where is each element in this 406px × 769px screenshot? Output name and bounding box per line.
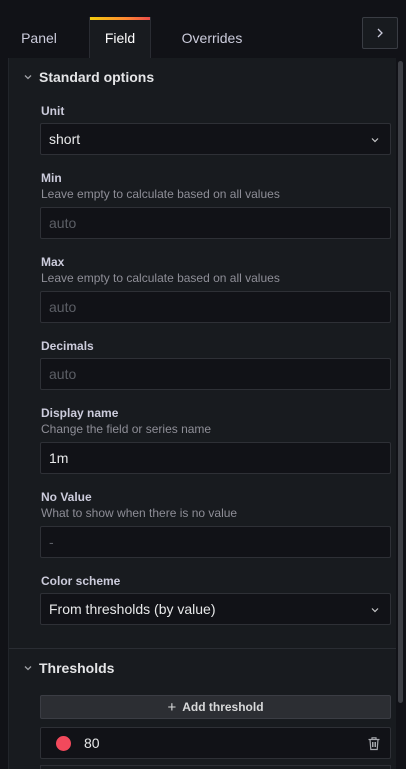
no-value-label: No Value: [41, 490, 92, 504]
max-placeholder: auto: [49, 299, 77, 315]
chevron-down-icon: [24, 666, 32, 671]
display-name-input[interactable]: 1m: [40, 442, 391, 474]
unit-value: short: [49, 131, 81, 147]
tab-field[interactable]: Field: [89, 17, 151, 58]
no-value-description: What to show when there is no value: [41, 506, 238, 520]
unit-label: Unit: [41, 104, 65, 118]
no-value-placeholder: -: [49, 534, 54, 550]
min-label: Min: [41, 171, 62, 185]
add-threshold-label: Add threshold: [182, 700, 264, 714]
collapse-pane-button[interactable]: [362, 17, 398, 49]
max-input[interactable]: auto: [40, 291, 391, 323]
color-scheme-select[interactable]: From thresholds (by value): [40, 593, 391, 625]
chevron-down-icon: [371, 138, 379, 143]
threshold-row-base: [40, 765, 391, 769]
tab-panel[interactable]: Panel: [8, 17, 70, 58]
display-name-label: Display name: [41, 406, 119, 420]
max-description: Leave empty to calculate based on all va…: [41, 271, 280, 285]
display-name-value: 1m: [49, 450, 69, 466]
min-placeholder: auto: [49, 215, 77, 231]
trash-icon[interactable]: [367, 736, 381, 751]
unit-select[interactable]: short: [40, 123, 391, 155]
color-scheme-value: From thresholds (by value): [49, 601, 216, 617]
section-title: Standard options: [39, 69, 155, 85]
section-title: Thresholds: [39, 660, 115, 676]
options-pane: Standard options Unit short Min Leave em…: [8, 58, 396, 769]
color-scheme-label: Color scheme: [41, 574, 121, 588]
add-threshold-button[interactable]: + Add threshold: [40, 695, 391, 719]
threshold-value[interactable]: 80: [84, 735, 100, 751]
standard-options-header[interactable]: Standard options: [9, 58, 396, 96]
min-description: Leave empty to calculate based on all va…: [41, 187, 280, 201]
display-name-description: Change the field or series name: [41, 422, 212, 436]
threshold-color-swatch[interactable]: [56, 736, 71, 751]
chevron-right-icon: [377, 28, 383, 38]
plus-icon: +: [167, 698, 177, 716]
no-value-input[interactable]: -: [40, 526, 391, 558]
options-tab-bar: Panel Field Overrides: [0, 0, 406, 58]
thresholds-header[interactable]: Thresholds: [9, 649, 396, 687]
scrollbar[interactable]: [398, 61, 403, 703]
chevron-down-icon: [371, 608, 379, 613]
tab-overrides[interactable]: Overrides: [166, 17, 258, 58]
threshold-row: 80: [40, 727, 391, 759]
decimals-input[interactable]: auto: [40, 358, 391, 390]
min-input[interactable]: auto: [40, 207, 391, 239]
chevron-down-icon: [24, 75, 32, 80]
decimals-placeholder: auto: [49, 366, 77, 382]
max-label: Max: [41, 255, 65, 269]
decimals-label: Decimals: [41, 339, 94, 353]
